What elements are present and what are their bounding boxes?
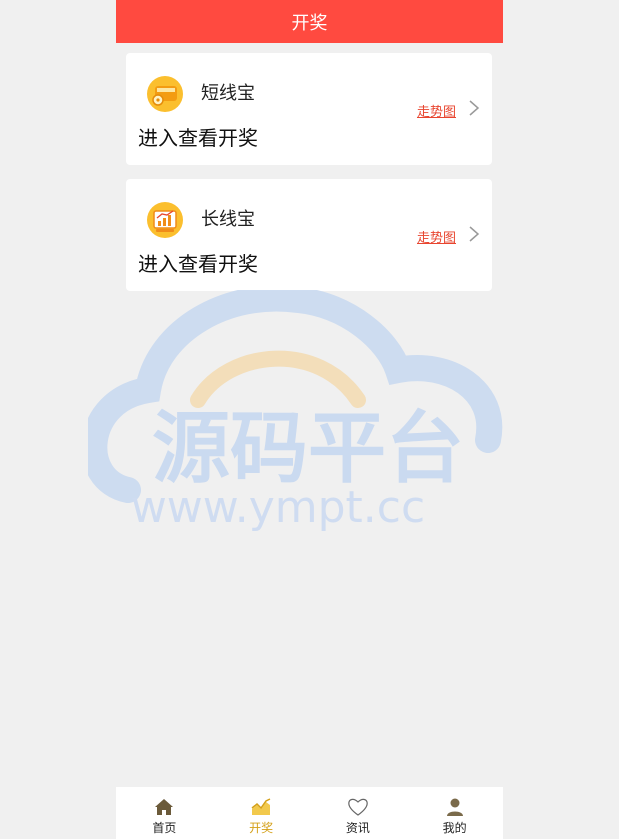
trend-chart-icon: [251, 798, 271, 815]
user-icon: [446, 798, 463, 816]
lottery-card-long[interactable]: 长线宝 进入查看开奖 走势图: [126, 179, 492, 291]
tab-label: 资讯: [345, 821, 370, 835]
card-subtitle: 进入查看开奖: [138, 252, 258, 276]
card-name: 长线宝: [201, 209, 255, 230]
heart-icon: [348, 798, 368, 816]
bar-chart-icon: [147, 202, 183, 238]
tab-lottery[interactable]: 开奖: [213, 787, 310, 839]
bottom-tab-bar: 首页 开奖 资讯 我的: [116, 787, 503, 839]
page-header: 开奖: [116, 0, 503, 43]
card-subtitle: 进入查看开奖: [138, 126, 258, 150]
tab-label: 首页: [152, 821, 177, 835]
tab-label: 开奖: [249, 821, 274, 835]
trend-chart-link[interactable]: 走势图: [417, 104, 456, 122]
tab-home[interactable]: 首页: [116, 787, 213, 839]
tab-mine[interactable]: 我的: [406, 787, 503, 839]
card-name: 短线宝: [201, 83, 255, 104]
wallet-coin-icon: [147, 76, 183, 112]
trend-chart-link[interactable]: 走势图: [417, 230, 456, 248]
tab-label: 我的: [442, 821, 467, 835]
page-title: 开奖: [291, 12, 328, 34]
tab-news[interactable]: 资讯: [310, 787, 407, 839]
app-screen: 开奖 短线宝 进入查看开奖 走势图 长线宝 进入查看开奖 走势图: [116, 0, 503, 839]
home-icon: [155, 799, 174, 815]
chevron-right-icon: [469, 226, 480, 242]
chevron-right-icon: [469, 100, 480, 116]
lottery-card-short[interactable]: 短线宝 进入查看开奖 走势图: [126, 53, 492, 165]
